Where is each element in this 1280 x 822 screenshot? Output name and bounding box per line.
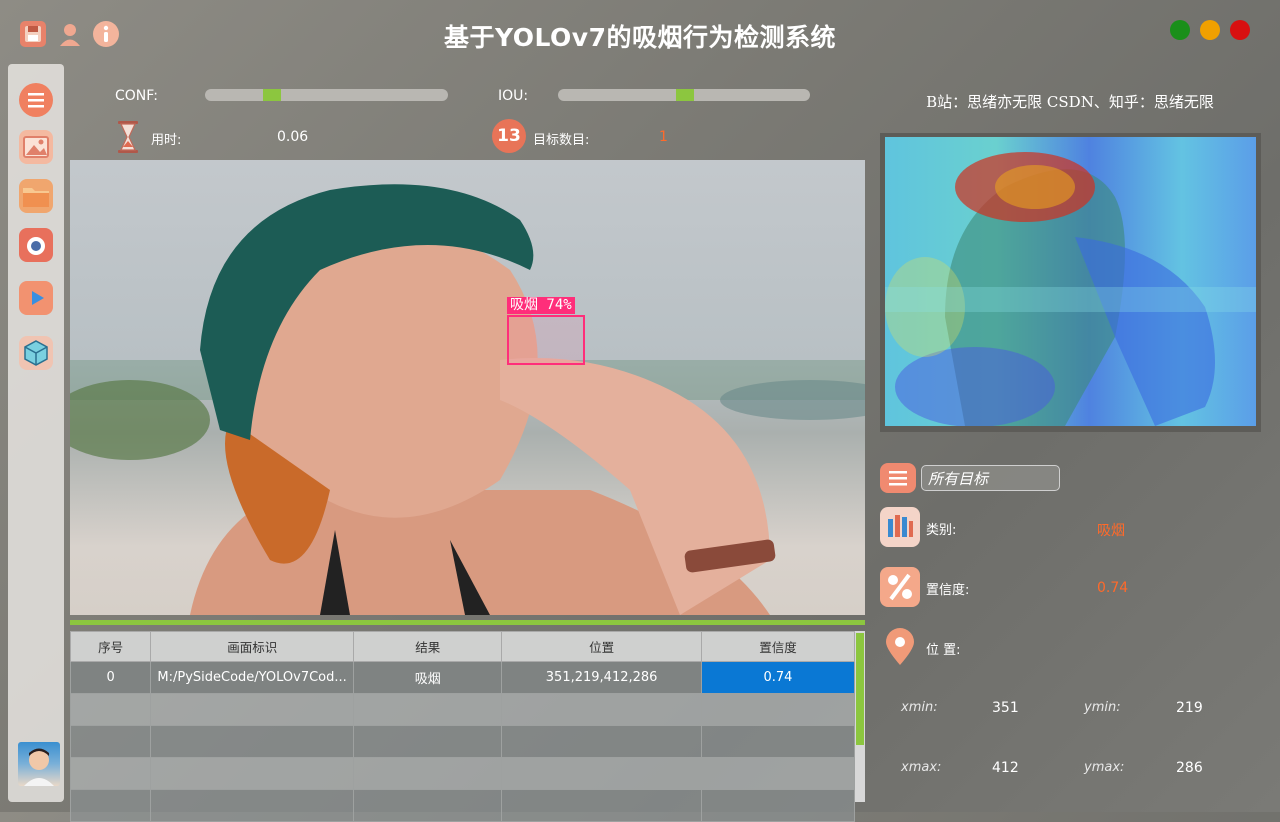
minimize-button[interactable] [1200, 20, 1220, 40]
class-label: 类别: [926, 523, 957, 538]
detection-label: 吸烟 74% [507, 297, 575, 314]
target-select[interactable]: 所有目标 [921, 465, 1060, 491]
ymin-label: ymin: [1084, 700, 1121, 715]
model-cube-icon[interactable] [19, 336, 53, 370]
col-index[interactable]: 序号 [69, 631, 152, 662]
col-result[interactable]: 结果 [353, 631, 503, 662]
table-row[interactable]: 0 M:/PySideCode/YOLOv7Cod... 吸烟 351,219,… [69, 661, 856, 694]
credit-text: B站：思绪亦无限 CSDN、知乎：思绪无限 [926, 93, 1214, 111]
folder-icon[interactable] [19, 179, 53, 213]
confidence-value: 0.74 [1097, 580, 1129, 596]
progress-bar [70, 620, 865, 625]
video-play-icon[interactable] [19, 281, 53, 315]
target-list-icon[interactable] [880, 463, 916, 493]
location-pin-icon [880, 627, 920, 667]
cell-position[interactable]: 351,219,412,286 [501, 661, 702, 694]
sidebar [8, 64, 64, 802]
conf-slider-thumb[interactable] [263, 89, 281, 101]
time-label: 用时: [151, 133, 182, 148]
conf-label: CONF: [115, 88, 158, 104]
xmin-value: 351 [992, 700, 1019, 716]
image-icon[interactable] [19, 130, 53, 164]
table-row[interactable] [69, 693, 856, 726]
detection-image: 吸烟 74% [70, 160, 865, 615]
iou-slider[interactable] [558, 89, 810, 101]
class-value: 吸烟 [1097, 523, 1125, 539]
app-title: 基于YOLOv7的吸烟行为检测系统 [444, 23, 836, 52]
count-value: 1 [659, 129, 668, 145]
conf-slider[interactable] [205, 89, 448, 101]
ymax-label: ymax: [1084, 760, 1125, 775]
results-table: 序号 画面标识 结果 位置 置信度 0 M:/PySideCode/YOLOv7… [69, 631, 856, 822]
menu-icon[interactable] [19, 83, 53, 117]
table-header-row: 序号 画面标识 结果 位置 置信度 [69, 631, 856, 662]
camera-icon[interactable] [19, 228, 53, 262]
table-scrollbar[interactable] [855, 631, 865, 802]
table-row[interactable] [69, 757, 856, 790]
iou-label: IOU: [498, 88, 529, 104]
confidence-label: 置信度: [926, 583, 970, 598]
time-value: 0.06 [277, 129, 309, 145]
xmax-label: xmax: [901, 760, 942, 775]
target-count-icon: 13 [492, 119, 526, 153]
cell-source[interactable]: M:/PySideCode/YOLOv7Cod... [150, 661, 355, 694]
hourglass-icon [114, 119, 142, 155]
percent-icon [880, 567, 920, 607]
xmax-value: 412 [992, 760, 1019, 776]
cell-result[interactable]: 吸烟 [353, 661, 503, 694]
table-row[interactable] [69, 725, 856, 758]
col-source[interactable]: 画面标识 [150, 631, 355, 662]
table-row[interactable] [69, 789, 856, 822]
count-label: 目标数目: [533, 133, 590, 148]
class-icon [880, 507, 920, 547]
cell-confidence[interactable]: 0.74 [700, 661, 856, 694]
scrollbar-thumb[interactable] [856, 633, 864, 745]
maximize-button[interactable] [1170, 20, 1190, 40]
col-confidence[interactable]: 置信度 [700, 631, 856, 662]
iou-slider-thumb[interactable] [676, 89, 694, 101]
xmin-label: xmin: [901, 700, 938, 715]
position-label: 位 置: [926, 643, 961, 658]
heatmap-image [885, 137, 1256, 426]
close-button[interactable] [1230, 20, 1250, 40]
col-position[interactable]: 位置 [501, 631, 702, 662]
detection-box [507, 315, 585, 365]
user-avatar[interactable] [18, 742, 60, 786]
cell-index[interactable]: 0 [69, 661, 152, 694]
ymin-value: 219 [1176, 700, 1203, 716]
ymax-value: 286 [1176, 760, 1203, 776]
